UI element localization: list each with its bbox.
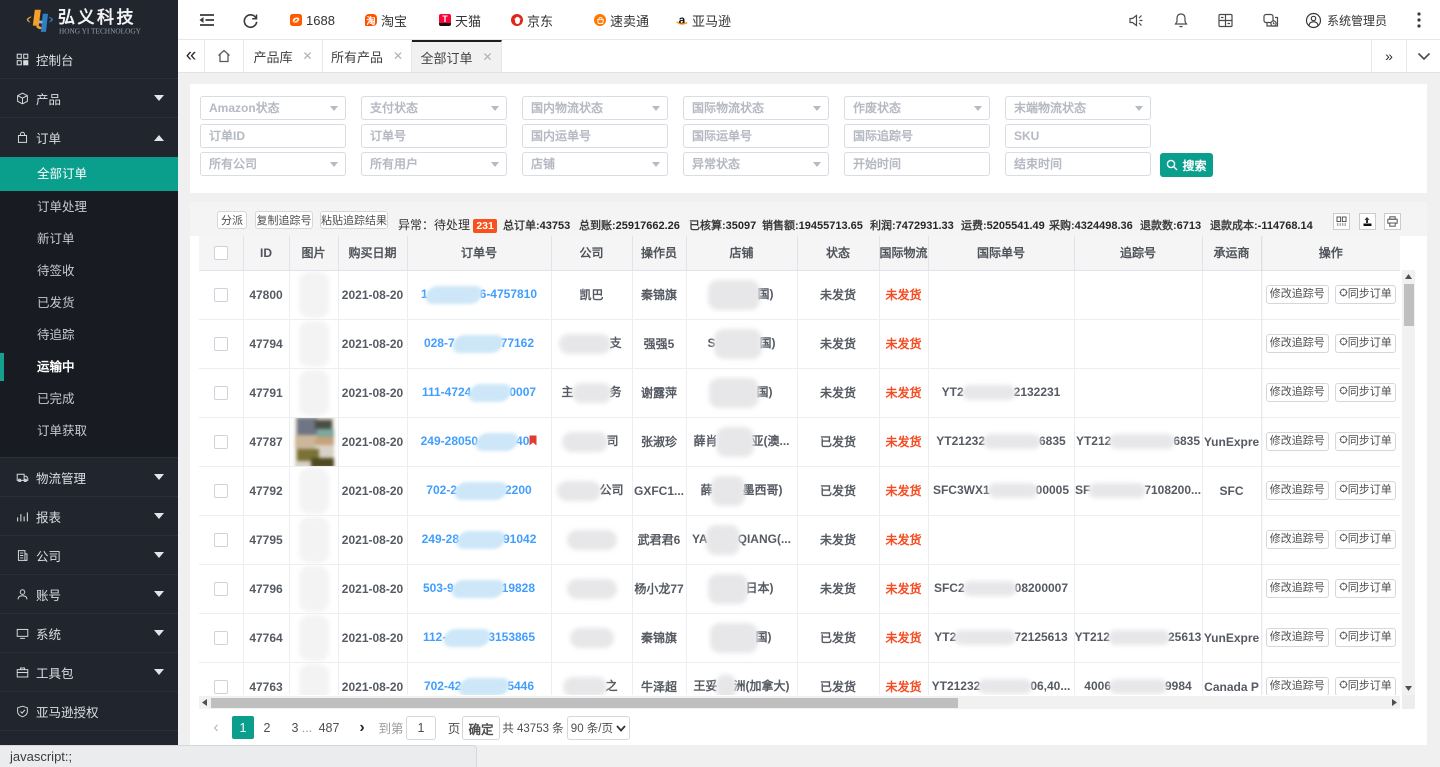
svg-text:弘义科技: 弘义科技 [58,7,136,27]
svg-text:HONG YI TECHNOLOGY: HONG YI TECHNOLOGY [59,27,142,36]
